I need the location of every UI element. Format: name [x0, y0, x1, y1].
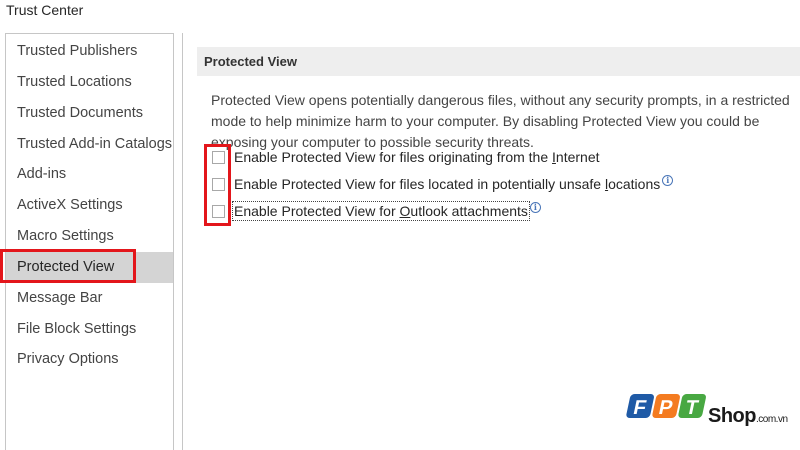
checkbox-outlook-attachments[interactable] — [212, 204, 225, 218]
window-title: Trust Center — [6, 2, 84, 18]
checkbox-internet[interactable] — [212, 150, 225, 164]
sidebar-item-trusted-publishers[interactable]: Trusted Publishers — [6, 36, 173, 67]
sidebar-item-trusted-add-in-catalogs[interactable]: Trusted Add-in Catalogs — [6, 129, 173, 160]
option-label-outlook-attachments[interactable]: Enable Protected View for Outlook attach… — [232, 201, 530, 221]
logo-domain-text: .com.vn — [756, 414, 788, 425]
sidebar: Trusted Publishers Trusted Locations Tru… — [5, 33, 174, 450]
sidebar-item-trusted-documents[interactable]: Trusted Documents — [6, 98, 173, 129]
section-title: Protected View — [197, 47, 800, 76]
checkbox-unsafe-locations[interactable] — [212, 177, 225, 191]
option-row-unsafe-locations[interactable]: Enable Protected View for files located … — [211, 174, 674, 194]
logo-shop-text: Shop.com.vn — [708, 405, 788, 427]
info-icon[interactable]: i — [529, 201, 541, 213]
option-row-outlook-attachments[interactable]: Enable Protected View for Outlook attach… — [211, 201, 541, 221]
fpt-shop-watermark-logo: F P T Shop.com.vn — [620, 388, 796, 440]
sidebar-item-macro-settings[interactable]: Macro Settings — [6, 221, 173, 252]
sidebar-item-message-bar[interactable]: Message Bar — [6, 283, 173, 314]
option-label-unsafe-locations[interactable]: Enable Protected View for files located … — [234, 176, 660, 192]
sidebar-item-protected-view[interactable]: Protected View — [6, 252, 173, 283]
option-row-internet[interactable]: Enable Protected View for files originat… — [211, 147, 600, 167]
option-label-internet[interactable]: Enable Protected View for files originat… — [234, 149, 600, 165]
section-description: Protected View opens potentially dangero… — [211, 92, 790, 150]
sidebar-item-activex-settings[interactable]: ActiveX Settings — [6, 190, 173, 221]
info-icon[interactable]: i — [662, 174, 674, 186]
sidebar-item-add-ins[interactable]: Add-ins — [6, 159, 173, 190]
trust-center-window: Trust Center Trusted Publishers Trusted … — [0, 0, 800, 450]
sidebar-item-trusted-locations[interactable]: Trusted Locations — [6, 67, 173, 98]
fpt-logo-icon: F P T — [626, 394, 706, 419]
sidebar-item-privacy-options[interactable]: Privacy Options — [6, 344, 173, 375]
sidebar-item-file-block-settings[interactable]: File Block Settings — [6, 314, 173, 345]
